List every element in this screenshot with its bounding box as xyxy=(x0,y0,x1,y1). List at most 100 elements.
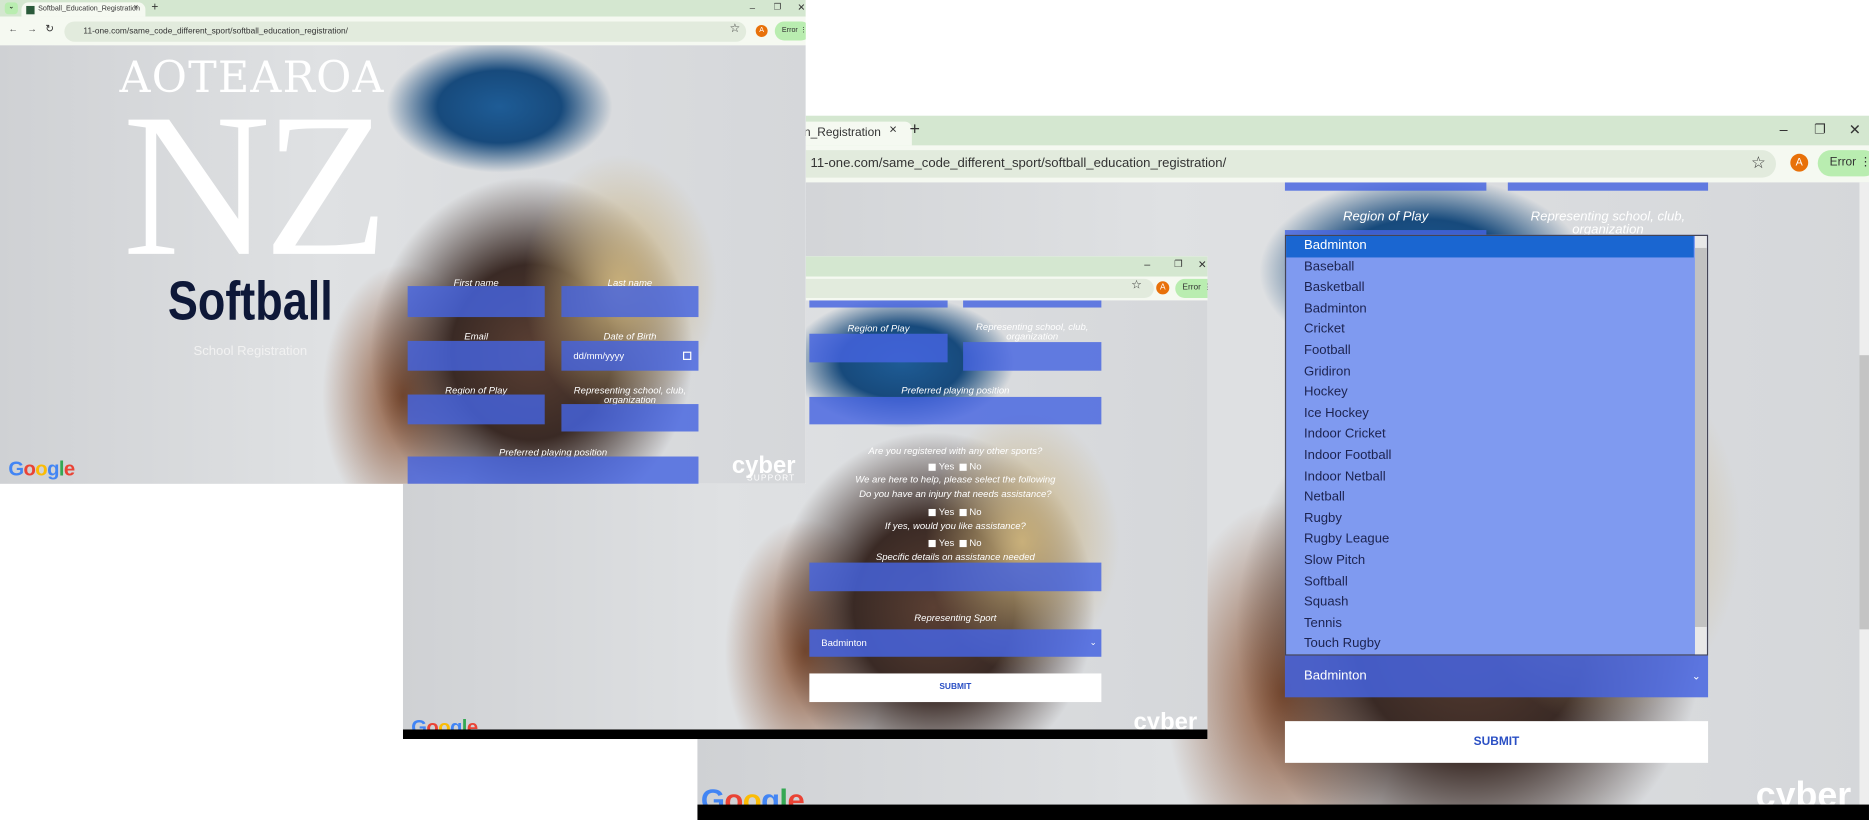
url-text: 11-one.com/same_code_different_sport/sof… xyxy=(810,156,1227,171)
bookmark-star-icon[interactable]: ☆ xyxy=(1131,279,1142,292)
calendar-icon[interactable] xyxy=(682,351,692,360)
restore-button[interactable]: ❐ xyxy=(1174,259,1183,270)
bookmark-star-icon[interactable]: ☆ xyxy=(1751,153,1766,173)
region-label: Region of Play xyxy=(847,323,910,334)
profile-avatar[interactable]: A xyxy=(755,25,768,37)
school-input[interactable] xyxy=(561,404,699,432)
submit-button[interactable]: SUBMIT xyxy=(1284,721,1709,763)
tab-search-button[interactable]: ⌄ xyxy=(4,2,18,15)
field-partial[interactable] xyxy=(963,300,1102,308)
sport-title: Softball xyxy=(167,269,333,332)
dropdown-option[interactable]: Basketball xyxy=(1286,278,1694,299)
restore-button[interactable]: ❐ xyxy=(774,2,781,12)
position-input[interactable] xyxy=(407,456,699,484)
first-name-input[interactable] xyxy=(407,286,545,318)
sport-dropdown-list[interactable]: Badminton Baseball Basketball Badminton Cric… xyxy=(1284,234,1709,656)
browser-tab[interactable]: Softball_Education_Registration xyxy=(21,2,146,17)
dropdown-option[interactable]: Gridiron xyxy=(1286,362,1694,383)
forward-button[interactable]: → xyxy=(27,24,37,35)
reload-button[interactable]: ↻ xyxy=(45,23,54,36)
page-scrollbar[interactable] xyxy=(1859,182,1869,805)
tab-bar: Softball_Education_Registration × + – ❐ … xyxy=(697,115,1869,146)
dropdown-option[interactable]: Touch Rugby xyxy=(1286,634,1694,655)
error-button[interactable]: Error ⋮ xyxy=(1175,278,1208,298)
dropdown-option[interactable]: Softball xyxy=(1286,572,1694,593)
dropdown-option[interactable]: Baseball xyxy=(1286,257,1694,278)
tab-bar: ⌄ Softball_Education_Registration × + – … xyxy=(0,0,806,17)
sport-select[interactable]: Badminton ⌄ xyxy=(1284,655,1709,698)
school-field[interactable] xyxy=(1507,182,1709,191)
error-label: Error xyxy=(1829,156,1857,170)
restore-button[interactable]: ❐ xyxy=(1814,122,1826,137)
dropdown-option[interactable]: Squash xyxy=(1286,593,1694,614)
school-field[interactable] xyxy=(963,342,1102,371)
dropdown-option[interactable]: Indoor Netball xyxy=(1286,467,1694,488)
region-field[interactable] xyxy=(1284,182,1487,191)
school-label: Representing school, club, organization xyxy=(573,385,687,406)
assist-options: Yes No xyxy=(809,538,1101,549)
close-tab-icon[interactable]: × xyxy=(889,123,897,137)
dropdown-option[interactable]: Indoor Cricket xyxy=(1286,425,1694,446)
yes-checkbox[interactable] xyxy=(929,539,937,547)
email-input[interactable] xyxy=(407,340,545,371)
position-field[interactable] xyxy=(809,396,1102,425)
dropdown-option[interactable]: Slow Pitch xyxy=(1286,551,1694,572)
school-label: Representing school, club, organization xyxy=(1530,209,1686,238)
dropdown-option[interactable]: Badminton xyxy=(1286,299,1694,320)
region-label: Region of Play xyxy=(1343,209,1429,225)
minimize-button[interactable]: – xyxy=(1144,259,1150,271)
back-button[interactable]: ← xyxy=(8,24,18,35)
last-name-input[interactable] xyxy=(561,286,699,318)
yes-checkbox[interactable] xyxy=(929,508,937,516)
no-checkbox[interactable] xyxy=(959,539,967,547)
menu-icon[interactable]: ⋮ xyxy=(1859,156,1869,169)
error-button[interactable]: Error ⋮ xyxy=(1817,150,1869,177)
help-text: We are here to help, please select the f… xyxy=(855,474,1056,486)
dropdown-option[interactable]: Rugby xyxy=(1286,509,1694,530)
address-bar[interactable]: 11-one.com/same_code_different_sport/sof… xyxy=(64,21,747,42)
assist-question: If yes, would you like assistance? xyxy=(884,520,1026,532)
close-window-button[interactable]: ✕ xyxy=(797,2,805,13)
hero-line2: NZ xyxy=(122,72,389,300)
favicon xyxy=(26,5,35,15)
dropdown-option[interactable]: Football xyxy=(1286,341,1694,362)
yes-checkbox[interactable] xyxy=(929,463,937,471)
close-tab-icon[interactable]: × xyxy=(133,4,138,12)
dropdown-option[interactable]: Hockey xyxy=(1286,383,1694,404)
address-bar[interactable]: 11-one.com/same_code_different_sport/sof… xyxy=(768,150,1777,178)
close-window-button[interactable]: ✕ xyxy=(1849,122,1861,139)
dropdown-option[interactable]: Ice Hockey xyxy=(1286,404,1694,425)
taskbar-strip xyxy=(402,729,1208,740)
dropdown-option[interactable]: Badminton xyxy=(1286,236,1694,257)
new-tab-button[interactable]: + xyxy=(909,119,919,139)
dropdown-option[interactable]: Indoor Football xyxy=(1286,446,1694,467)
field-partial[interactable] xyxy=(809,300,948,308)
no-checkbox[interactable] xyxy=(959,463,967,471)
dropdown-option[interactable]: Tennis xyxy=(1286,613,1694,634)
dropdown-option[interactable]: Cricket xyxy=(1286,320,1694,341)
cyber-support-logo: cyberSUPPORT xyxy=(731,452,796,483)
browser-window-small: ⌄ Softball_Education_Registration × + – … xyxy=(0,0,806,484)
google-logo: Google xyxy=(8,457,75,481)
profile-avatar[interactable]: A xyxy=(1790,153,1809,172)
no-checkbox[interactable] xyxy=(959,508,967,516)
region-field[interactable] xyxy=(809,333,948,363)
injury-options: Yes No xyxy=(809,507,1101,518)
dropdown-option[interactable]: Netball xyxy=(1286,488,1694,509)
dropdown-scrollbar[interactable] xyxy=(1694,236,1707,655)
profile-avatar[interactable]: A xyxy=(1156,281,1170,295)
bookmark-star-icon[interactable]: ☆ xyxy=(729,23,740,36)
dob-input[interactable]: dd/mm/yyyy xyxy=(561,340,699,371)
dropdown-option[interactable]: Rugby League xyxy=(1286,530,1694,551)
details-field[interactable] xyxy=(809,562,1102,592)
sport-select[interactable]: Badminton ⌄ xyxy=(809,629,1102,657)
minimize-button[interactable]: – xyxy=(750,2,755,13)
error-button[interactable]: Error ⋮ xyxy=(774,21,806,41)
minimize-button[interactable]: – xyxy=(1780,122,1788,139)
close-window-button[interactable]: ✕ xyxy=(1198,259,1207,272)
subtitle: School Registration xyxy=(193,344,308,359)
chevron-down-icon: ⌄ xyxy=(1691,669,1701,682)
region-input[interactable] xyxy=(407,394,545,425)
submit-button[interactable]: SUBMIT xyxy=(809,673,1102,703)
new-tab-button[interactable]: + xyxy=(151,1,158,14)
